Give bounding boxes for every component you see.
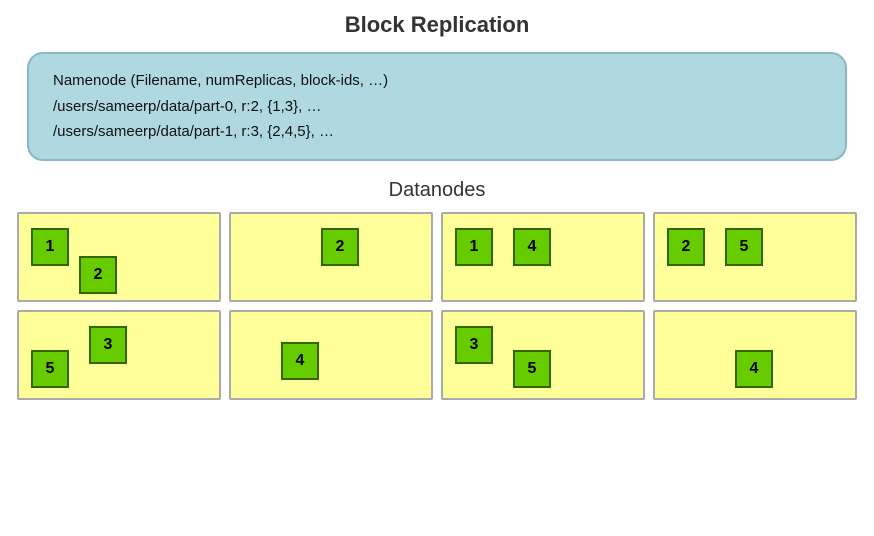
- block-0-1: 2: [79, 256, 117, 294]
- page: Block Replication Namenode (Filename, nu…: [0, 0, 874, 536]
- block-7-0: 4: [735, 350, 773, 388]
- datanode-cell-6: 35: [441, 310, 645, 400]
- block-1-0: 2: [321, 228, 359, 266]
- block-4-0: 5: [31, 350, 69, 388]
- block-6-0: 3: [455, 326, 493, 364]
- block-3-1: 5: [725, 228, 763, 266]
- page-title: Block Replication: [16, 12, 858, 38]
- block-3-0: 2: [667, 228, 705, 266]
- datanode-cell-4: 53: [17, 310, 221, 400]
- block-2-0: 1: [455, 228, 493, 266]
- datanode-grid: 1221425534354: [17, 212, 857, 400]
- datanode-cell-2: 14: [441, 212, 645, 302]
- datanode-cell-7: 4: [653, 310, 857, 400]
- namenode-line-1: Namenode (Filename, numReplicas, block-i…: [53, 68, 821, 94]
- namenode-box: Namenode (Filename, numReplicas, block-i…: [27, 52, 847, 161]
- datanode-cell-1: 2: [229, 212, 433, 302]
- block-6-1: 5: [513, 350, 551, 388]
- block-4-1: 3: [89, 326, 127, 364]
- block-5-0: 4: [281, 342, 319, 380]
- block-0-0: 1: [31, 228, 69, 266]
- datanode-cell-3: 25: [653, 212, 857, 302]
- datanodes-label: Datanodes: [16, 179, 858, 202]
- datanode-cell-5: 4: [229, 310, 433, 400]
- datanode-cell-0: 12: [17, 212, 221, 302]
- block-2-1: 4: [513, 228, 551, 266]
- namenode-line-2: /users/sameerp/data/part-0, r:2, {1,3}, …: [53, 94, 821, 120]
- namenode-line-3: /users/sameerp/data/part-1, r:3, {2,4,5}…: [53, 119, 821, 145]
